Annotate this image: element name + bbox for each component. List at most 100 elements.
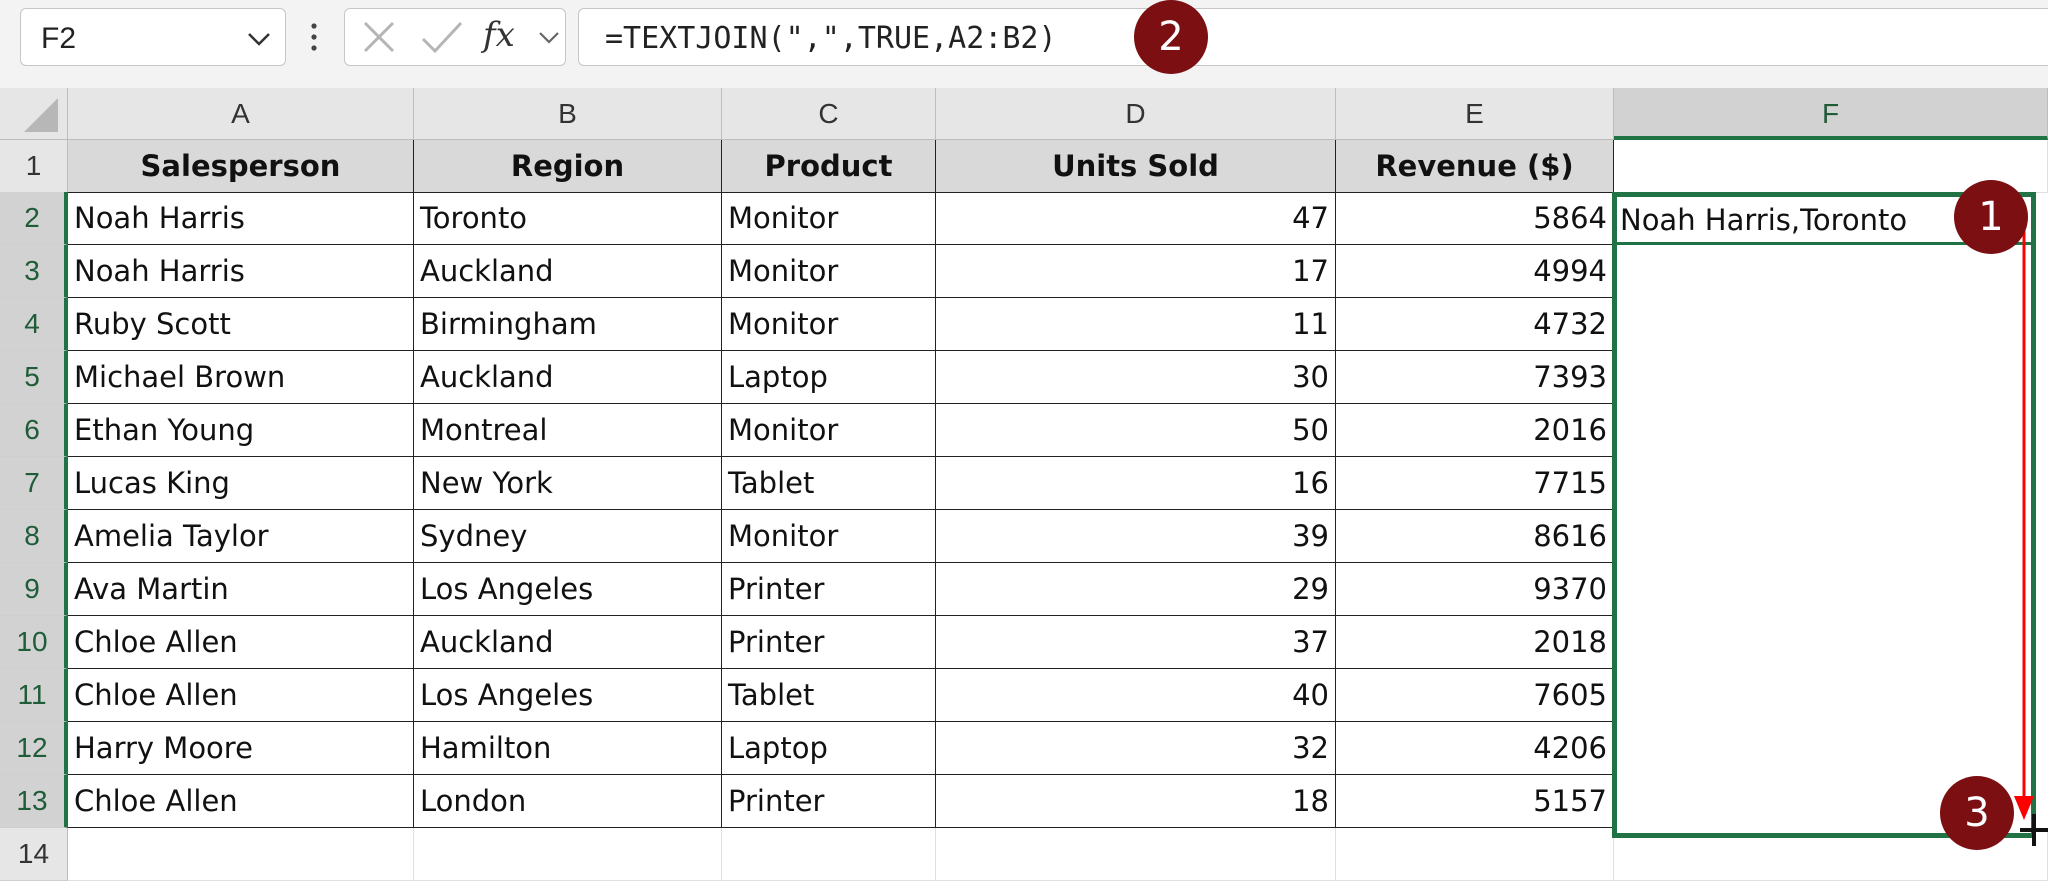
row-header-11[interactable]: 11 <box>0 669 68 722</box>
cell-d10[interactable]: 37 <box>936 616 1336 669</box>
row-header-6[interactable]: 6 <box>0 404 68 457</box>
cell-b4[interactable]: Birmingham <box>414 298 722 351</box>
cell-a7[interactable]: Lucas King <box>68 457 414 510</box>
cell-e8[interactable]: 8616 <box>1336 510 1614 563</box>
cell-d13[interactable]: 18 <box>936 775 1336 828</box>
cell-e7[interactable]: 7715 <box>1336 457 1614 510</box>
cell-b5[interactable]: Auckland <box>414 351 722 404</box>
cell-d6[interactable]: 50 <box>936 404 1336 457</box>
cell-e11[interactable]: 7605 <box>1336 669 1614 722</box>
cell-c2[interactable]: Monitor <box>722 192 936 245</box>
more-options-icon[interactable] <box>308 20 320 56</box>
row-header-7[interactable]: 7 <box>0 457 68 510</box>
cell-b11[interactable]: Los Angeles <box>414 669 722 722</box>
cell-a12[interactable]: Harry Moore <box>68 722 414 775</box>
cell-c13[interactable]: Printer <box>722 775 936 828</box>
cell-c9[interactable]: Printer <box>722 563 936 616</box>
row-header-4[interactable]: 4 <box>0 298 68 351</box>
x-icon[interactable] <box>357 17 401 57</box>
row-header-2[interactable]: 2 <box>0 192 68 245</box>
name-box[interactable]: F2 <box>20 8 286 66</box>
cell-c4[interactable]: Monitor <box>722 298 936 351</box>
fill-handle-crosshair-icon[interactable] <box>2018 810 2048 860</box>
row-header-8[interactable]: 8 <box>0 510 68 563</box>
cell-b10[interactable]: Auckland <box>414 616 722 669</box>
cell-a5[interactable]: Michael Brown <box>68 351 414 404</box>
cell-c8[interactable]: Monitor <box>722 510 936 563</box>
row-header-10[interactable]: 10 <box>0 616 68 669</box>
header-cell-a1[interactable]: Salesperson <box>68 140 414 193</box>
cell-b14[interactable] <box>414 828 722 881</box>
header-cell-b1[interactable]: Region <box>414 140 722 193</box>
cell-a3[interactable]: Noah Harris <box>68 245 414 298</box>
cell-e12[interactable]: 4206 <box>1336 722 1614 775</box>
insert-function-button[interactable]: fx <box>483 15 515 55</box>
cell-a9[interactable]: Ava Martin <box>68 563 414 616</box>
cell-c3[interactable]: Monitor <box>722 245 936 298</box>
cell-a6[interactable]: Ethan Young <box>68 404 414 457</box>
chevron-down-icon[interactable] <box>537 29 561 47</box>
cell-d4[interactable]: 11 <box>936 298 1336 351</box>
row-header-5[interactable]: 5 <box>0 351 68 404</box>
cell-b8[interactable]: Sydney <box>414 510 722 563</box>
cell-e3[interactable]: 4994 <box>1336 245 1614 298</box>
column-header-d[interactable]: D <box>936 88 1336 140</box>
cell-e5[interactable]: 7393 <box>1336 351 1614 404</box>
row-header-1[interactable]: 1 <box>0 140 68 193</box>
column-header-c[interactable]: C <box>722 88 936 140</box>
cell-a11[interactable]: Chloe Allen <box>68 669 414 722</box>
cell-e14[interactable] <box>1336 828 1614 881</box>
cell-a14[interactable] <box>68 828 414 881</box>
cell-c6[interactable]: Monitor <box>722 404 936 457</box>
column-header-a[interactable]: A <box>68 88 414 140</box>
cell-b12[interactable]: Hamilton <box>414 722 722 775</box>
select-all-corner[interactable] <box>0 88 68 140</box>
cell-b3[interactable]: Auckland <box>414 245 722 298</box>
formula-input[interactable]: =TEXTJOIN(",",TRUE,A2:B2) <box>578 8 2048 66</box>
row-header-3[interactable]: 3 <box>0 245 68 298</box>
row-header-13[interactable]: 13 <box>0 775 68 828</box>
cell-c7[interactable]: Tablet <box>722 457 936 510</box>
check-icon[interactable] <box>417 17 467 57</box>
cell-e2[interactable]: 5864 <box>1336 192 1614 245</box>
row-header-14[interactable]: 14 <box>0 828 68 881</box>
row-header-12[interactable]: 12 <box>0 722 68 775</box>
cell-d9[interactable]: 29 <box>936 563 1336 616</box>
header-cell-e1[interactable]: Revenue ($) <box>1336 140 1614 193</box>
cell-c14[interactable] <box>722 828 936 881</box>
cell-c12[interactable]: Laptop <box>722 722 936 775</box>
cell-b6[interactable]: Montreal <box>414 404 722 457</box>
column-header-b[interactable]: B <box>414 88 722 140</box>
cell-a13[interactable]: Chloe Allen <box>68 775 414 828</box>
cell-e13[interactable]: 5157 <box>1336 775 1614 828</box>
cell-d2[interactable]: 47 <box>936 192 1336 245</box>
cell-b13[interactable]: London <box>414 775 722 828</box>
cell-c5[interactable]: Laptop <box>722 351 936 404</box>
header-cell-d1[interactable]: Units Sold <box>936 140 1336 193</box>
header-cell-c1[interactable]: Product <box>722 140 936 193</box>
cell-c10[interactable]: Printer <box>722 616 936 669</box>
cell-a2[interactable]: Noah Harris <box>68 192 414 245</box>
cell-d3[interactable]: 17 <box>936 245 1336 298</box>
cell-d12[interactable]: 32 <box>936 722 1336 775</box>
cell-e9[interactable]: 9370 <box>1336 563 1614 616</box>
cell-a10[interactable]: Chloe Allen <box>68 616 414 669</box>
cell-e4[interactable]: 4732 <box>1336 298 1614 351</box>
cell-c11[interactable]: Tablet <box>722 669 936 722</box>
column-header-f[interactable]: F <box>1614 88 2048 140</box>
cell-e10[interactable]: 2018 <box>1336 616 1614 669</box>
cell-b2[interactable]: Toronto <box>414 192 722 245</box>
column-header-e[interactable]: E <box>1336 88 1614 140</box>
row-header-9[interactable]: 9 <box>0 563 68 616</box>
chevron-down-icon[interactable] <box>245 29 273 49</box>
cell-d11[interactable]: 40 <box>936 669 1336 722</box>
cell-a8[interactable]: Amelia Taylor <box>68 510 414 563</box>
cell-d8[interactable]: 39 <box>936 510 1336 563</box>
cell-e6[interactable]: 2016 <box>1336 404 1614 457</box>
cell-d7[interactable]: 16 <box>936 457 1336 510</box>
cell-a4[interactable]: Ruby Scott <box>68 298 414 351</box>
cell-b9[interactable]: Los Angeles <box>414 563 722 616</box>
cell-d14[interactable] <box>936 828 1336 881</box>
cell-b7[interactable]: New York <box>414 457 722 510</box>
cell-d5[interactable]: 30 <box>936 351 1336 404</box>
